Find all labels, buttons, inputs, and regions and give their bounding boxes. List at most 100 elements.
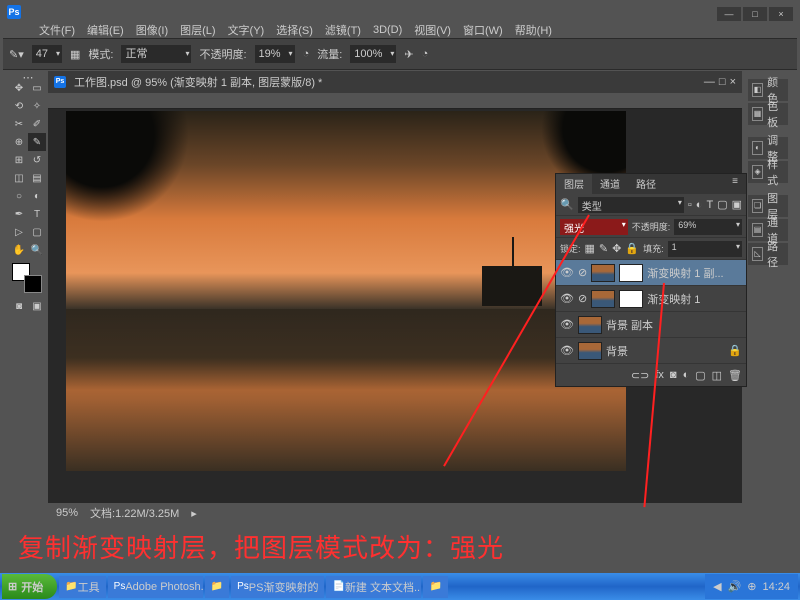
layer-item[interactable]: 👁 ⊘ 渐变映射 1 副... bbox=[556, 260, 746, 286]
tab-max-icon[interactable]: □ bbox=[719, 76, 726, 88]
marquee-tool[interactable]: ▭ bbox=[28, 79, 46, 97]
pen-tool[interactable]: ✒ bbox=[10, 205, 28, 223]
clock[interactable]: 14:24 bbox=[762, 581, 790, 593]
menu-layer[interactable]: 图层(L) bbox=[174, 22, 221, 38]
layer-name[interactable]: 渐变映射 1 bbox=[647, 291, 700, 307]
mask-thumb[interactable] bbox=[619, 290, 643, 308]
pressure-opacity-icon[interactable]: ◔ bbox=[303, 48, 310, 60]
shape-tool[interactable]: ▢ bbox=[28, 223, 46, 241]
layer-item[interactable]: 👁 背景 🔒 bbox=[556, 338, 746, 364]
airbrush-icon[interactable]: ✈ bbox=[404, 48, 413, 61]
close-btn[interactable]: × bbox=[769, 7, 793, 21]
tab-channels[interactable]: 通道 bbox=[592, 174, 628, 194]
wand-tool[interactable]: ✧ bbox=[28, 97, 46, 115]
lock-pos-icon[interactable]: ✥ bbox=[612, 242, 621, 255]
filter-type-icon[interactable]: T bbox=[706, 199, 713, 211]
menu-edit[interactable]: 编辑(E) bbox=[81, 22, 130, 38]
menu-window[interactable]: 窗口(W) bbox=[457, 22, 509, 38]
brush-tool[interactable]: ✎ bbox=[28, 133, 46, 151]
filter-kind-icon[interactable]: 🔍 bbox=[560, 198, 574, 211]
delete-layer-icon[interactable]: 🗑 bbox=[728, 369, 742, 382]
filter-adjust-icon[interactable]: ◐ bbox=[696, 199, 703, 211]
new-adjust-icon[interactable]: ◐ bbox=[683, 369, 690, 381]
gradient-tool[interactable]: ▤ bbox=[28, 169, 46, 187]
menu-image[interactable]: 图像(I) bbox=[130, 22, 174, 38]
brush-size[interactable]: 47 bbox=[32, 45, 62, 63]
filter-pixel-icon[interactable]: ▫ bbox=[688, 199, 692, 211]
tray-icon[interactable]: 🔊 bbox=[728, 580, 742, 593]
panel-menu-icon[interactable]: ≡ bbox=[724, 174, 746, 194]
link-layers-icon[interactable]: ⊂⊃ bbox=[631, 369, 649, 382]
heal-tool[interactable]: ⊕ bbox=[10, 133, 28, 151]
color-swatch[interactable] bbox=[12, 263, 42, 293]
new-group-icon[interactable]: ▢ bbox=[695, 369, 705, 382]
brush-tool-icon[interactable]: ✎▾ bbox=[9, 48, 24, 61]
paths-panel-btn[interactable]: ◺路径 bbox=[748, 243, 788, 265]
menu-help[interactable]: 帮助(H) bbox=[509, 22, 558, 38]
layer-thumb[interactable] bbox=[591, 264, 615, 282]
filter-smart-icon[interactable]: ▣ bbox=[732, 198, 742, 211]
layer-opacity-value[interactable]: 69% bbox=[674, 219, 742, 235]
start-button[interactable]: ⊞开始 bbox=[2, 574, 57, 599]
flow-value[interactable]: 100% bbox=[350, 45, 396, 63]
zoom-level[interactable]: 95% bbox=[56, 507, 78, 519]
tab-min-icon[interactable]: — bbox=[704, 76, 715, 88]
layer-thumb[interactable] bbox=[578, 342, 602, 360]
canvas[interactable] bbox=[66, 111, 626, 471]
link-icon[interactable]: ⊘ bbox=[578, 292, 587, 305]
blur-tool[interactable]: ○ bbox=[10, 187, 28, 205]
dodge-tool[interactable]: ◐ bbox=[28, 187, 46, 205]
taskbar-item[interactable]: 📄新建 文本文档... bbox=[326, 576, 421, 598]
path-tool[interactable]: ▷ bbox=[10, 223, 28, 241]
opacity-value[interactable]: 19% bbox=[255, 45, 295, 63]
link-icon[interactable]: ⊘ bbox=[578, 266, 587, 279]
menu-select[interactable]: 选择(S) bbox=[270, 22, 319, 38]
crop-tool[interactable]: ✂ bbox=[10, 115, 28, 133]
swatches-panel-btn[interactable]: ▦色板 bbox=[748, 103, 788, 125]
lock-all-icon[interactable]: 🔒 bbox=[625, 242, 639, 255]
status-caret[interactable]: ▸ bbox=[191, 507, 197, 520]
quickmask-tool[interactable]: ◙ bbox=[10, 297, 28, 315]
layer-name[interactable]: 背景 副本 bbox=[606, 317, 653, 333]
layer-name[interactable]: 背景 bbox=[606, 343, 628, 359]
taskbar-item[interactable]: 📁 bbox=[423, 576, 447, 598]
filter-shape-icon[interactable]: ▢ bbox=[717, 198, 727, 211]
move-tool[interactable]: ✥ bbox=[10, 79, 28, 97]
mask-thumb[interactable] bbox=[619, 264, 643, 282]
menu-view[interactable]: 视图(V) bbox=[408, 22, 457, 38]
maximize-btn[interactable]: □ bbox=[743, 7, 767, 21]
kind-select[interactable]: 类型 bbox=[578, 197, 684, 213]
menu-filter[interactable]: 滤镜(T) bbox=[319, 22, 367, 38]
lock-trans-icon[interactable]: ▦ bbox=[585, 242, 595, 255]
tab-paths[interactable]: 路径 bbox=[628, 174, 664, 194]
visibility-icon[interactable]: 👁 bbox=[560, 266, 574, 280]
document-tab[interactable]: Ps 工作图.psd @ 95% (渐变映射 1 副本, 图层蒙版/8) * —… bbox=[48, 71, 742, 93]
lock-pixel-icon[interactable]: ✎ bbox=[599, 242, 608, 255]
layer-item[interactable]: 👁 ⊘ 渐变映射 1 bbox=[556, 286, 746, 312]
history-brush[interactable]: ↺ bbox=[28, 151, 46, 169]
lasso-tool[interactable]: ⟲ bbox=[10, 97, 28, 115]
pressure-size-icon[interactable]: ◔ bbox=[422, 48, 429, 60]
new-layer-icon[interactable]: ◫ bbox=[712, 369, 722, 382]
tray-icon[interactable]: ◀ bbox=[713, 580, 721, 593]
mode-select[interactable]: 正常 bbox=[121, 45, 191, 63]
brush-panel-icon[interactable]: ▦ bbox=[70, 48, 80, 61]
background-color[interactable] bbox=[24, 275, 42, 293]
tray-icon[interactable]: ⊕ bbox=[747, 580, 756, 593]
visibility-icon[interactable]: 👁 bbox=[560, 344, 574, 358]
eyedropper-tool[interactable]: ✐ bbox=[28, 115, 46, 133]
minimize-btn[interactable]: — bbox=[717, 7, 741, 21]
menu-file[interactable]: 文件(F) bbox=[33, 22, 81, 38]
add-mask-icon[interactable]: ◙ bbox=[670, 369, 677, 381]
tab-layers[interactable]: 图层 bbox=[556, 174, 592, 194]
type-tool[interactable]: T bbox=[28, 205, 46, 223]
handle-icon[interactable]: ⋯ bbox=[10, 71, 46, 79]
system-tray[interactable]: ◀ 🔊 ⊕ 14:24 bbox=[705, 574, 798, 599]
visibility-icon[interactable]: 👁 bbox=[560, 318, 574, 332]
taskbar-item[interactable]: 📁工具 bbox=[59, 576, 105, 598]
zoom-tool[interactable]: 🔍 bbox=[28, 241, 46, 259]
layer-thumb[interactable] bbox=[591, 290, 615, 308]
screenmode-tool[interactable]: ▣ bbox=[28, 297, 46, 315]
styles-panel-btn[interactable]: ◈样式 bbox=[748, 161, 788, 183]
tab-close-icon[interactable]: × bbox=[730, 76, 736, 88]
